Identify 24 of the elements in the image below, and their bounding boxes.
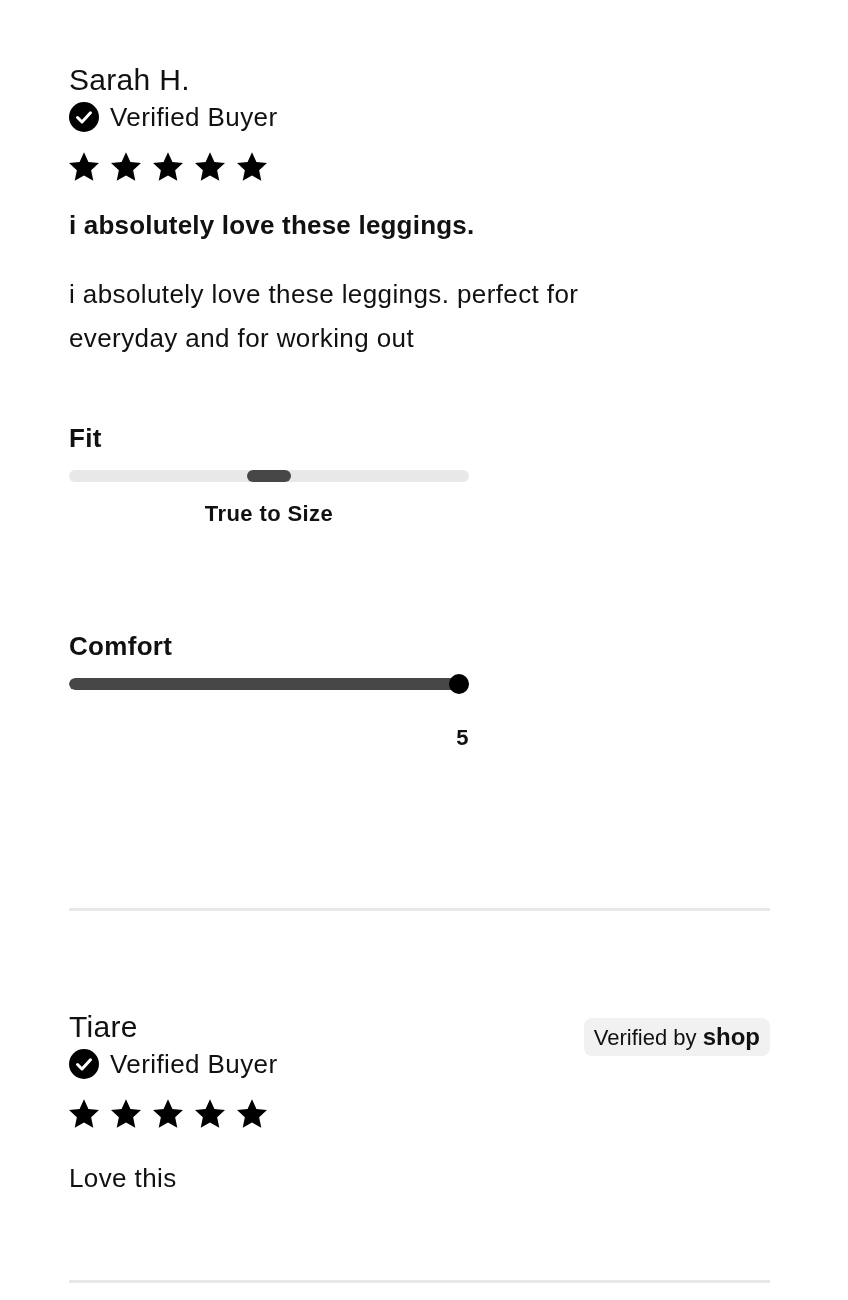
star-icon: [111, 152, 141, 181]
verified-by-shop-badge: Verified by shop: [583, 1018, 770, 1056]
star-icon: [195, 152, 225, 181]
verified-buyer-label: Verified Buyer: [110, 1049, 278, 1079]
attribute-label: Fit: [69, 422, 102, 454]
attribute-value: 5: [456, 724, 469, 752]
attribute-label: Comfort: [69, 630, 173, 662]
star-icon: [195, 1099, 225, 1128]
review-text: Love this: [69, 1162, 178, 1195]
review-text: i absolutely love these leggings. perfect for everyday and for working out: [69, 278, 580, 355]
review-title: i absolutely love these leggings.: [69, 209, 476, 241]
reviewer-name: Sarah H.: [69, 62, 191, 98]
verified-buyer-label: Verified Buyer: [110, 102, 278, 132]
star-icon: [69, 152, 99, 181]
star-icon: [69, 1099, 99, 1128]
star-icon: [153, 152, 183, 181]
star-icon: [111, 1099, 141, 1128]
star-icon: [237, 1099, 267, 1128]
check-circle-icon: [69, 1049, 99, 1079]
attribute-value: True to Size: [204, 500, 334, 528]
star-icon: [237, 152, 267, 181]
check-circle-icon: [69, 102, 99, 132]
reviewer-name: Tiare: [69, 1009, 139, 1045]
star-icon: [153, 1099, 183, 1128]
